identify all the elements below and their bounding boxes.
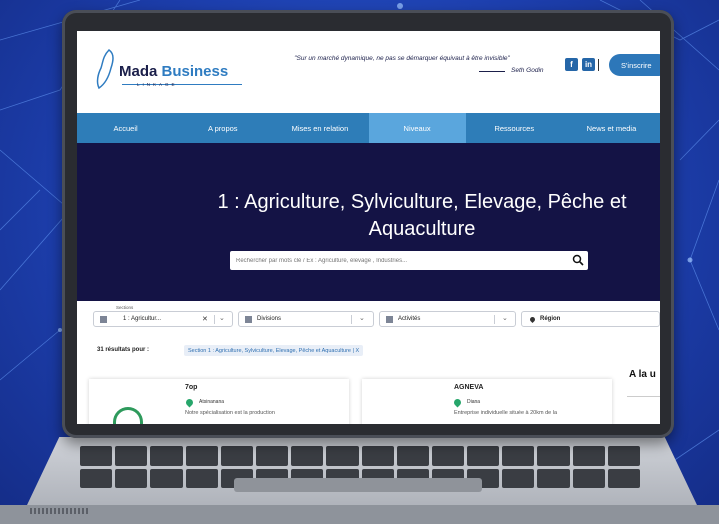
company-description: Notre spécialisation est la production: [185, 410, 275, 416]
chevron-down-icon[interactable]: ⌄: [502, 314, 508, 322]
results-count: 31 résultats pour :: [97, 347, 150, 353]
region-select[interactable]: Région: [521, 311, 660, 327]
search-input[interactable]: [236, 251, 556, 270]
laptop-screen: Mada Business LINKAGE "Sur un marché dyn…: [77, 31, 660, 424]
aside-title: A la u: [629, 369, 656, 380]
page-title-line2: Aquaculture: [368, 218, 476, 240]
select-divider: [351, 315, 352, 324]
company-card[interactable]: AGNEVA Diana Entreprise individuelle sit…: [362, 379, 612, 424]
laptop-trackpad: [234, 478, 482, 492]
filter-bar: Sections 1 : Agricultur... ✕ ⌄ Divisions…: [77, 301, 660, 346]
company-name: AGNEVA: [454, 384, 484, 391]
location-pin-icon: [452, 397, 463, 408]
header-separator: [598, 59, 599, 71]
clear-icon[interactable]: ✕: [202, 315, 208, 323]
divisions-value: Divisions: [257, 316, 282, 322]
activites-select[interactable]: Activités ⌄: [379, 311, 516, 327]
site-logo-text[interactable]: Mada Business: [119, 63, 228, 80]
logo-tagline: LINKAGE: [137, 82, 178, 87]
search-bar: [230, 251, 588, 270]
nav-item-ressources[interactable]: Ressources: [466, 113, 563, 143]
nav-item-mises-en-relation[interactable]: Mises en relation: [271, 113, 368, 143]
location-pin-icon: [528, 315, 537, 324]
logo-name-part1: Mada: [119, 63, 158, 80]
quote-dash: [479, 71, 505, 72]
select-divider: [214, 315, 215, 324]
madagascar-logo-icon: [96, 49, 114, 90]
company-name: 7op: [185, 384, 198, 391]
chevron-down-icon[interactable]: ⌄: [359, 314, 365, 322]
search-icon[interactable]: [572, 254, 584, 266]
nav-item-niveaux[interactable]: Niveaux: [368, 113, 466, 143]
site-header: Mada Business LINKAGE "Sur un marché dyn…: [77, 31, 660, 113]
laptop-front-edge: [0, 505, 719, 524]
header-quote: "Sur un marché dynamique, ne pas se déma…: [294, 55, 510, 62]
active-filter-chip[interactable]: Section 1 : Agriculture, Sylviculture, E…: [184, 345, 364, 356]
page-title-line1: 1 : Agriculture, Sylviculture, Elevage, …: [217, 191, 627, 213]
sections-select[interactable]: Sections 1 : Agricultur... ✕ ⌄: [93, 305, 233, 327]
sections-label: Sections: [114, 305, 136, 310]
activites-value: Activités: [398, 316, 421, 322]
facebook-icon[interactable]: f: [565, 58, 578, 71]
company-description: Entreprise individuelle située à 20km de…: [454, 410, 558, 416]
select-divider: [494, 315, 495, 324]
quote-author: Seth Godin: [511, 67, 544, 74]
location-pin-icon: [184, 397, 195, 408]
aside-divider: [627, 396, 660, 397]
list-icon: [245, 316, 252, 323]
sections-value: 1 : Agricultur...: [123, 316, 162, 322]
nav-item-news-media[interactable]: News et media: [563, 113, 660, 143]
page-title: 1 : Agriculture, Sylviculture, Elevage, …: [77, 189, 660, 243]
laptop-ports: [30, 508, 90, 514]
signup-button[interactable]: S'inscrire: [609, 54, 660, 76]
list-icon: [100, 316, 107, 323]
nav-item-accueil[interactable]: Accueil: [77, 113, 174, 143]
region-value: Région: [540, 316, 561, 322]
list-icon: [386, 316, 393, 323]
nav-item-a-propos[interactable]: A propos: [174, 113, 271, 143]
chevron-down-icon[interactable]: ⌄: [219, 314, 225, 322]
logo-name-part2: Business: [157, 63, 229, 80]
company-location: Atsinanana: [199, 399, 225, 405]
main-nav: Accueil A propos Mises en relation Nivea…: [77, 113, 660, 143]
company-location: Diana: [467, 399, 481, 405]
linkedin-icon[interactable]: in: [582, 58, 595, 71]
hero-banner: 1 : Agriculture, Sylviculture, Elevage, …: [77, 143, 660, 301]
divisions-select[interactable]: Divisions ⌄: [238, 311, 374, 327]
